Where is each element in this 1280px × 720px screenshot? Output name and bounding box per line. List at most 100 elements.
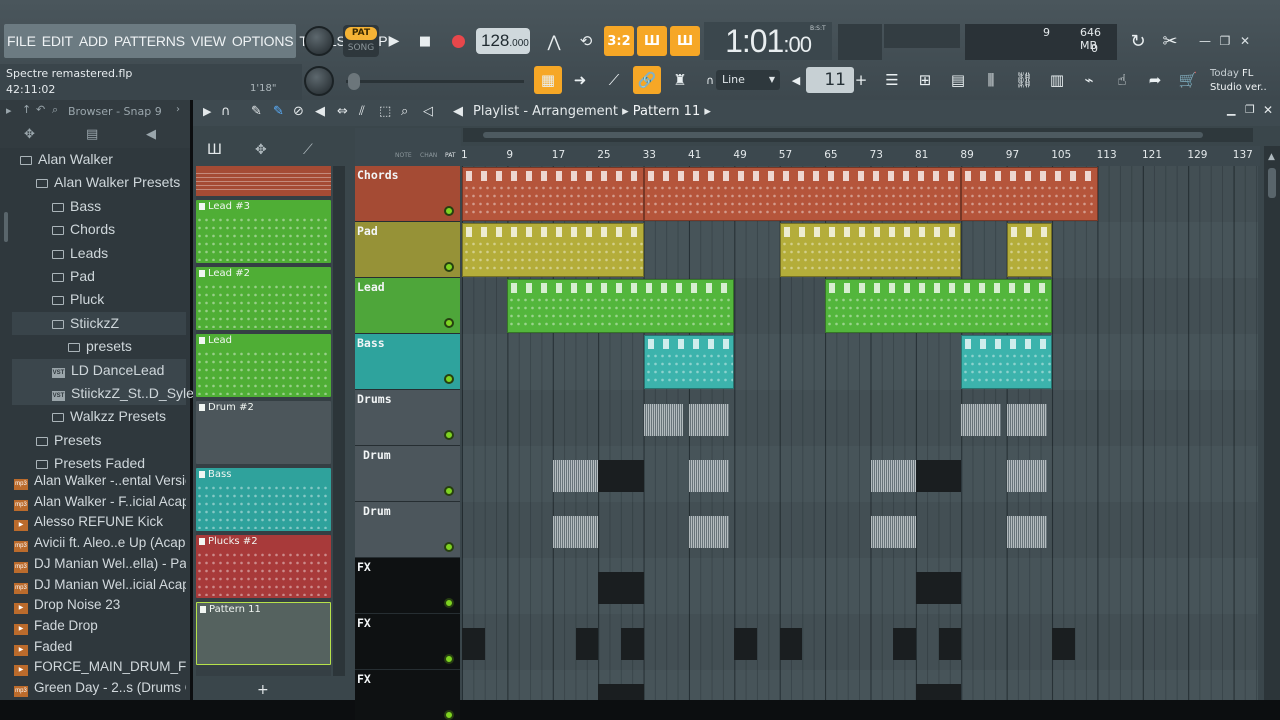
arrow-left-icon[interactable]: ▸ [6, 104, 12, 117]
metronome-icon[interactable]: ⋀ [540, 27, 568, 55]
paint-tool-icon[interactable]: ✎ [273, 104, 284, 119]
pattern-block[interactable] [961, 335, 1053, 389]
pattern-clip[interactable]: Pattern 11 [196, 602, 331, 665]
pattern-prev-icon[interactable]: ◀ [788, 66, 804, 94]
audio-clip[interactable] [1006, 516, 1047, 548]
restore-icon[interactable]: ❐ [1216, 32, 1234, 50]
pattern-block[interactable] [643, 335, 735, 389]
track-active-led[interactable] [444, 262, 454, 272]
track-active-led[interactable] [444, 486, 454, 496]
stamp-icon[interactable]: ♜ [666, 66, 694, 94]
audio-clip[interactable] [893, 628, 916, 660]
track-active-led[interactable] [444, 598, 454, 608]
close-icon[interactable]: ✕ [1236, 32, 1254, 50]
snap-mode-select[interactable]: Line ▼ [716, 70, 780, 90]
menu-file[interactable]: FILE [7, 33, 36, 49]
touch-controller-icon[interactable]: ☝ [1108, 66, 1136, 94]
play-arrow-icon[interactable]: ▶ [203, 105, 211, 118]
track-header[interactable]: Drum [355, 446, 460, 502]
scroll-thumb[interactable] [1268, 168, 1276, 198]
menu-view[interactable]: VIEW [191, 33, 226, 49]
magnet-snap-icon[interactable]: ∩ [221, 104, 231, 119]
browser-file[interactable]: mp3 DJ Manian Wel..ella) - Part_1 [14, 553, 186, 574]
scissors-icon[interactable]: ✂ [1156, 27, 1184, 55]
mixer-icon[interactable]: ⫼ [977, 66, 1005, 94]
slider-handle[interactable] [348, 73, 360, 90]
close-icon[interactable]: ✕ [1263, 103, 1273, 117]
audio-clip[interactable] [1052, 628, 1075, 660]
song-mode[interactable]: SONG [345, 42, 377, 55]
browser-folder[interactable]: Chords [12, 218, 186, 241]
record-button[interactable] [444, 28, 472, 54]
browser-folder[interactable]: Bass [12, 195, 186, 218]
track-header[interactable]: FX [355, 558, 460, 614]
audio-clip[interactable] [870, 516, 916, 548]
refresh-icon[interactable]: ↻ [1124, 27, 1152, 55]
audio-clip[interactable] [870, 460, 916, 492]
pattern-clip[interactable]: Bass [196, 468, 331, 531]
channel-rack-icon[interactable]: ⊞ [911, 66, 939, 94]
select-tool-icon[interactable]: ⬚ [379, 104, 391, 119]
browser-file[interactable]: ▶ FORCE_MAIN_DRUM_FILI [14, 656, 186, 677]
channel-icon[interactable]: ✥ [255, 142, 267, 158]
vertical-scrollbar[interactable]: ▲ [1264, 146, 1280, 700]
track-header[interactable]: Drum [355, 502, 460, 558]
pencil-icon[interactable]: ⟋ [600, 66, 628, 94]
browser-file[interactable]: mp3 DJ Manian Wel..icial Acapella) [14, 574, 186, 595]
pat-mode[interactable]: PAT [345, 27, 377, 40]
master-pitch-knob[interactable] [304, 66, 334, 96]
browser-folder[interactable]: Pad [12, 265, 186, 288]
speaker-icon[interactable]: ◀ [146, 127, 156, 142]
chevron-right-icon[interactable]: › [176, 104, 180, 115]
browser-folder[interactable]: Pluck [12, 288, 186, 311]
slip-tool-icon[interactable]: ⇔ [337, 104, 348, 119]
minimize-icon[interactable]: — [1196, 32, 1214, 50]
mute-tool-icon[interactable]: ◀ [315, 104, 325, 119]
track-active-led[interactable] [444, 430, 454, 440]
render-icon[interactable]: ➦ [1141, 66, 1169, 94]
pattern-block[interactable] [462, 223, 644, 277]
track-active-led[interactable] [444, 542, 454, 552]
menu-add[interactable]: ADD [79, 33, 108, 49]
arrow-right-icon[interactable]: ➜ [566, 66, 594, 94]
play-button[interactable]: ▶ [381, 28, 407, 54]
clip-list-scrollbar[interactable] [333, 166, 345, 676]
stop-button[interactable]: ■ [412, 28, 438, 54]
browser-icon[interactable]: ▥ [1043, 66, 1071, 94]
audio-clip[interactable] [1006, 460, 1047, 492]
browser-folder[interactable]: VST LD DanceLead [12, 358, 186, 382]
browser-folder[interactable]: Leads [12, 242, 186, 265]
search-icon[interactable]: ⌕ [52, 103, 58, 117]
audio-clip[interactable] [961, 404, 1002, 436]
shop-icon[interactable]: 🛒 [1174, 66, 1202, 94]
track-header[interactable]: FX [355, 670, 460, 720]
audio-clip[interactable] [734, 628, 758, 660]
speaker-icon[interactable]: ◀ [453, 104, 463, 119]
browser-file[interactable]: ▶ Faded [14, 636, 186, 657]
pattern-block[interactable] [961, 167, 1098, 221]
track-header[interactable]: Bass [355, 334, 460, 390]
track-header[interactable]: Pad [355, 222, 460, 278]
menu-edit[interactable]: EDIT [42, 33, 73, 49]
master-slider[interactable] [346, 80, 524, 83]
track-active-led[interactable] [444, 318, 454, 328]
browser-folder[interactable]: Alan Walker Presets [12, 171, 186, 194]
pattern-selector[interactable]: 11 [806, 67, 854, 93]
pattern-clip[interactable]: Drum #2 [196, 401, 331, 464]
browser-folder[interactable]: VST StiickzZ_St..D_Sylenth1) [12, 382, 226, 405]
playlist-icon[interactable]: ☰ [878, 66, 906, 94]
link-icon[interactable]: 🔗 [633, 66, 661, 94]
track-active-led[interactable] [444, 654, 454, 664]
pattern-block[interactable] [643, 167, 962, 221]
browser-folder[interactable]: StiickzZ [12, 311, 186, 335]
plugin-icon[interactable]: ⌁ [1075, 66, 1103, 94]
zoom-tool-icon[interactable]: ⌕ [401, 104, 408, 119]
menu-options[interactable]: OPTIONS [232, 33, 294, 49]
browser-file[interactable]: mp3 Alan Walker -..ental Version) [14, 470, 186, 491]
pattern-block[interactable] [779, 223, 962, 277]
track-active-led[interactable] [444, 710, 454, 720]
audio-clip[interactable] [689, 404, 729, 436]
step-edit-icon[interactable]: Ш [637, 26, 667, 56]
menu-patterns[interactable]: PATTERNS [114, 33, 185, 49]
timeline-ruler[interactable]: 1 9 17 25 33 41 49 57 65 73 81 89 97 105 113 121 129 137 [460, 146, 1260, 166]
